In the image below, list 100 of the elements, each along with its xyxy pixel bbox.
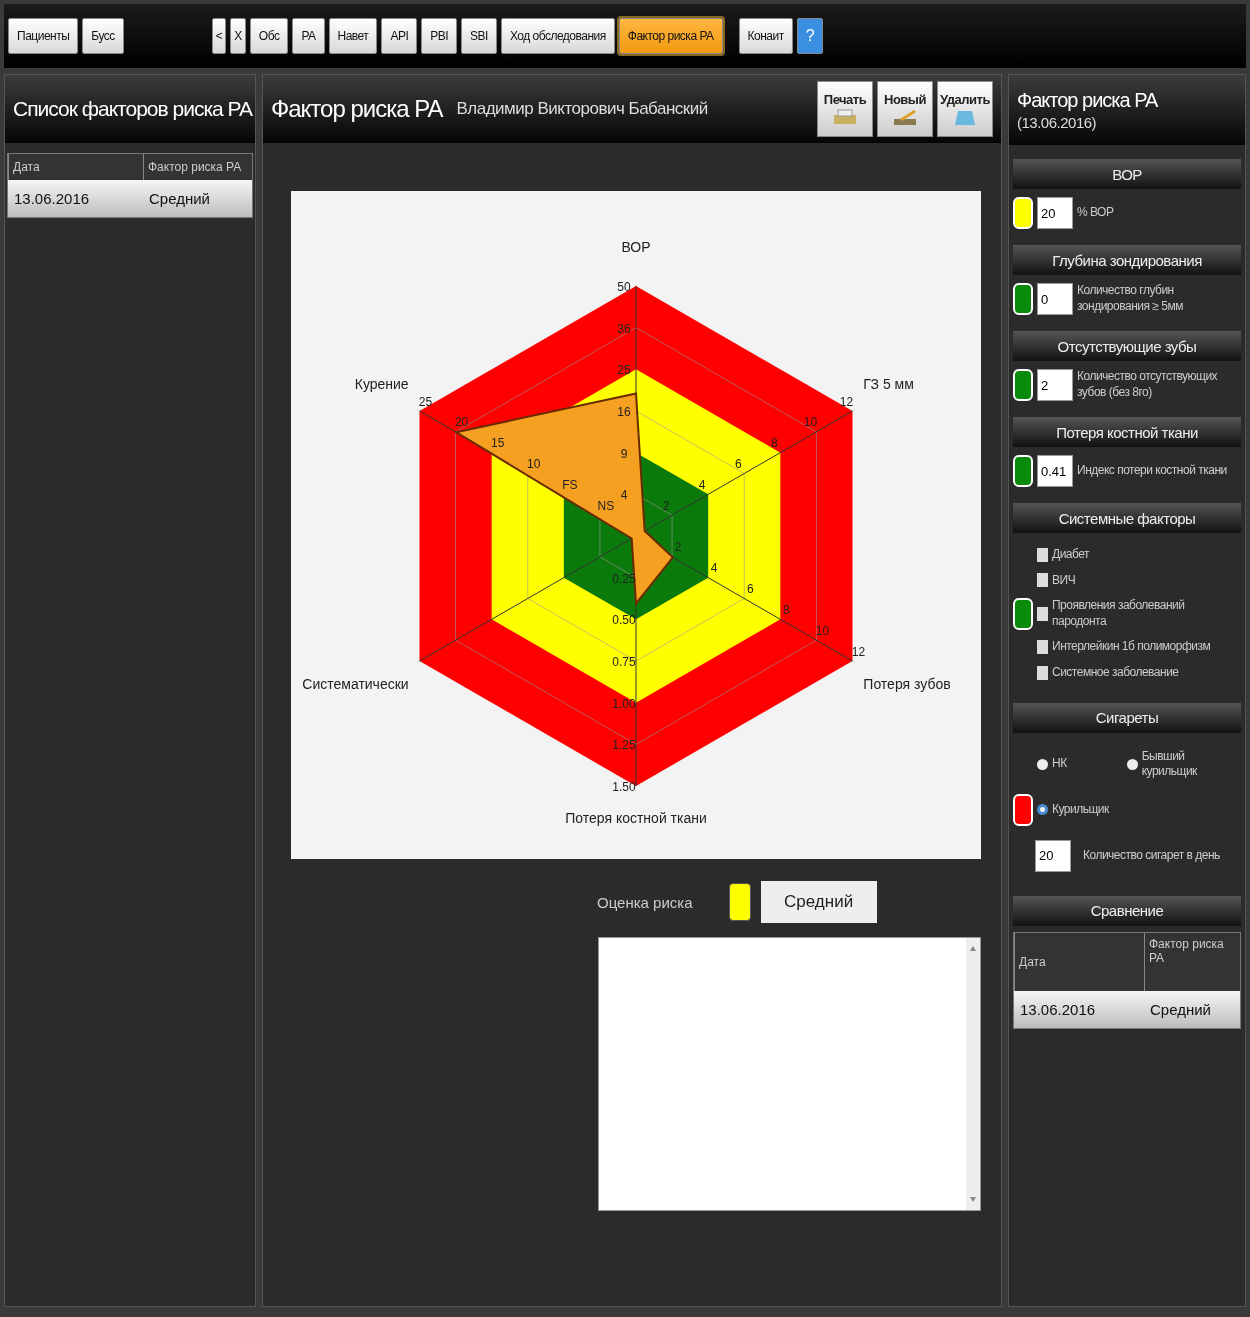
radio-button[interactable] <box>1126 758 1138 770</box>
tick-label: 10 <box>815 623 830 638</box>
axis-label: ВОР <box>621 238 651 255</box>
new-button[interactable]: Новый <box>877 81 933 137</box>
field-label: Количество глубин зондирования ≥ 5мм <box>1077 283 1184 315</box>
field-label: % ВОР <box>1077 205 1114 221</box>
table-cell[interactable]: 13.06.2016 <box>8 180 143 217</box>
section-header: Отсутствующие зубы <box>1013 331 1241 361</box>
tick-label: 10 <box>527 457 541 472</box>
checkbox[interactable] <box>1037 547 1048 562</box>
panel-title: Фактор риска PA <box>1017 89 1158 112</box>
section-header: Потеря костной ткани <box>1013 417 1241 447</box>
tick-label: 36 <box>617 321 631 336</box>
tab[interactable]: Обс <box>249 18 289 54</box>
field-label: Количество сигарет в день <box>1083 847 1220 864</box>
tick-label: 2 <box>674 540 682 555</box>
checkbox[interactable] <box>1037 665 1048 680</box>
axis-label: Систематически <box>302 676 409 693</box>
column-header: Фактор риска PA <box>143 154 252 180</box>
tick-label: 1.50 <box>612 780 636 794</box>
scrollbar[interactable] <box>966 938 980 1210</box>
radio-button[interactable] <box>1037 804 1048 816</box>
tick-label: 20 <box>454 415 469 430</box>
tab[interactable]: SBI <box>461 18 497 54</box>
column-header: Дата <box>1014 932 1144 991</box>
axis-label: Потеря зубов <box>863 676 951 693</box>
value-field[interactable]: 2 <box>1037 369 1073 401</box>
checkbox-label: ВИЧ <box>1052 572 1076 589</box>
toolbar-button[interactable]: Бусс <box>82 18 124 54</box>
value-field[interactable]: 0.41 <box>1037 455 1073 487</box>
section-header: Системные факторы <box>1013 503 1241 533</box>
radio-label: НК <box>1052 756 1067 772</box>
delete-button[interactable]: Удалить <box>937 81 993 137</box>
assessment-date: (13.06.2016) <box>1017 114 1097 131</box>
page-title: Фактор риска PA <box>271 95 443 123</box>
tick-label: 50 <box>617 280 631 294</box>
tab[interactable]: PBI <box>421 18 458 54</box>
tick-label: 25 <box>418 394 433 409</box>
checkbox[interactable] <box>1037 573 1048 588</box>
patient-name: Владимир Викторович Бабанский <box>456 99 708 119</box>
up-arrow-icon <box>970 946 976 951</box>
notes-field[interactable] <box>598 937 981 1211</box>
section-header: ВОР <box>1013 159 1241 189</box>
toolbar-button[interactable]: Конаит <box>738 18 793 54</box>
column-header: Фактор риска PA <box>1144 932 1240 991</box>
tick-label: 4 <box>620 488 628 503</box>
risk-value: Средний <box>760 881 877 923</box>
table-cell: Средний <box>1144 990 1240 1028</box>
tick-label: 1.25 <box>612 738 636 753</box>
column-header: Дата <box>8 154 143 180</box>
table-cell[interactable]: Средний <box>143 180 252 217</box>
tick-label: 15 <box>491 436 505 451</box>
radio-label: Курильщик <box>1052 801 1109 818</box>
tab[interactable]: Фактор риска PA <box>618 18 723 54</box>
field-label: Количество отсутствующих зубов (без 8го) <box>1077 369 1219 401</box>
down-arrow-icon <box>970 1197 976 1202</box>
panel-title: Список факторов риска PA <box>13 97 253 121</box>
table-cell: 13.06.2016 <box>1014 990 1144 1028</box>
tick-label: 9 <box>620 446 628 461</box>
tick-label: 8 <box>783 602 790 617</box>
radio-button[interactable] <box>1037 758 1048 770</box>
tick-label: 1.00 <box>612 696 636 711</box>
risk-label: Оценка риска <box>597 893 693 911</box>
print-button[interactable]: Печать <box>817 81 873 137</box>
checkbox-label: Проявления заболеваний пародонта <box>1052 598 1186 630</box>
section-header: Сравнение <box>1013 895 1241 926</box>
axis-label: Курение <box>354 375 409 392</box>
tick-label: 0.50 <box>612 613 636 628</box>
tab[interactable]: Ход обследования <box>500 18 615 54</box>
tick-label: FS <box>562 477 578 492</box>
checkbox-label: Интерлейкин 1б полиморфизм <box>1052 639 1211 655</box>
tick-label: 2 <box>662 498 670 513</box>
tick-label: 12 <box>839 394 854 409</box>
tick-label: 16 <box>617 405 631 419</box>
tab[interactable]: PA <box>292 18 325 54</box>
value-field[interactable]: 20 <box>1035 839 1071 872</box>
section-header: Глубина зондирования <box>1013 245 1241 275</box>
nav-button[interactable]: X <box>230 18 246 54</box>
value-field[interactable]: 20 <box>1037 197 1073 229</box>
checkbox-label: Системное заболевание <box>1052 664 1179 681</box>
tab[interactable]: API <box>381 18 418 54</box>
tick-label: 6 <box>746 582 754 597</box>
field-label: Индекс потери костной ткани <box>1077 463 1227 479</box>
radio-label: Бывший курильщик <box>1141 748 1198 780</box>
tick-label: 4 <box>698 477 706 492</box>
checkbox[interactable] <box>1037 640 1048 655</box>
toolbar-button[interactable]: Пациенты <box>8 18 79 54</box>
tick-label: 0.75 <box>612 655 636 669</box>
checkbox-label: Диабет <box>1052 547 1089 563</box>
value-field[interactable]: 0 <box>1037 283 1073 315</box>
tick-label: NS <box>597 498 615 513</box>
checkbox[interactable] <box>1037 606 1048 621</box>
axis-label: ГЗ 5 мм <box>863 375 914 392</box>
section-header: Сигареты <box>1013 702 1241 733</box>
nav-button[interactable]: < <box>211 18 227 54</box>
tick-label: 6 <box>734 457 742 472</box>
tab[interactable]: Навет <box>328 18 378 54</box>
axis-label: Потеря костной ткани <box>565 809 707 826</box>
tick-label: 10 <box>803 415 818 430</box>
tick-label: 8 <box>771 436 778 451</box>
